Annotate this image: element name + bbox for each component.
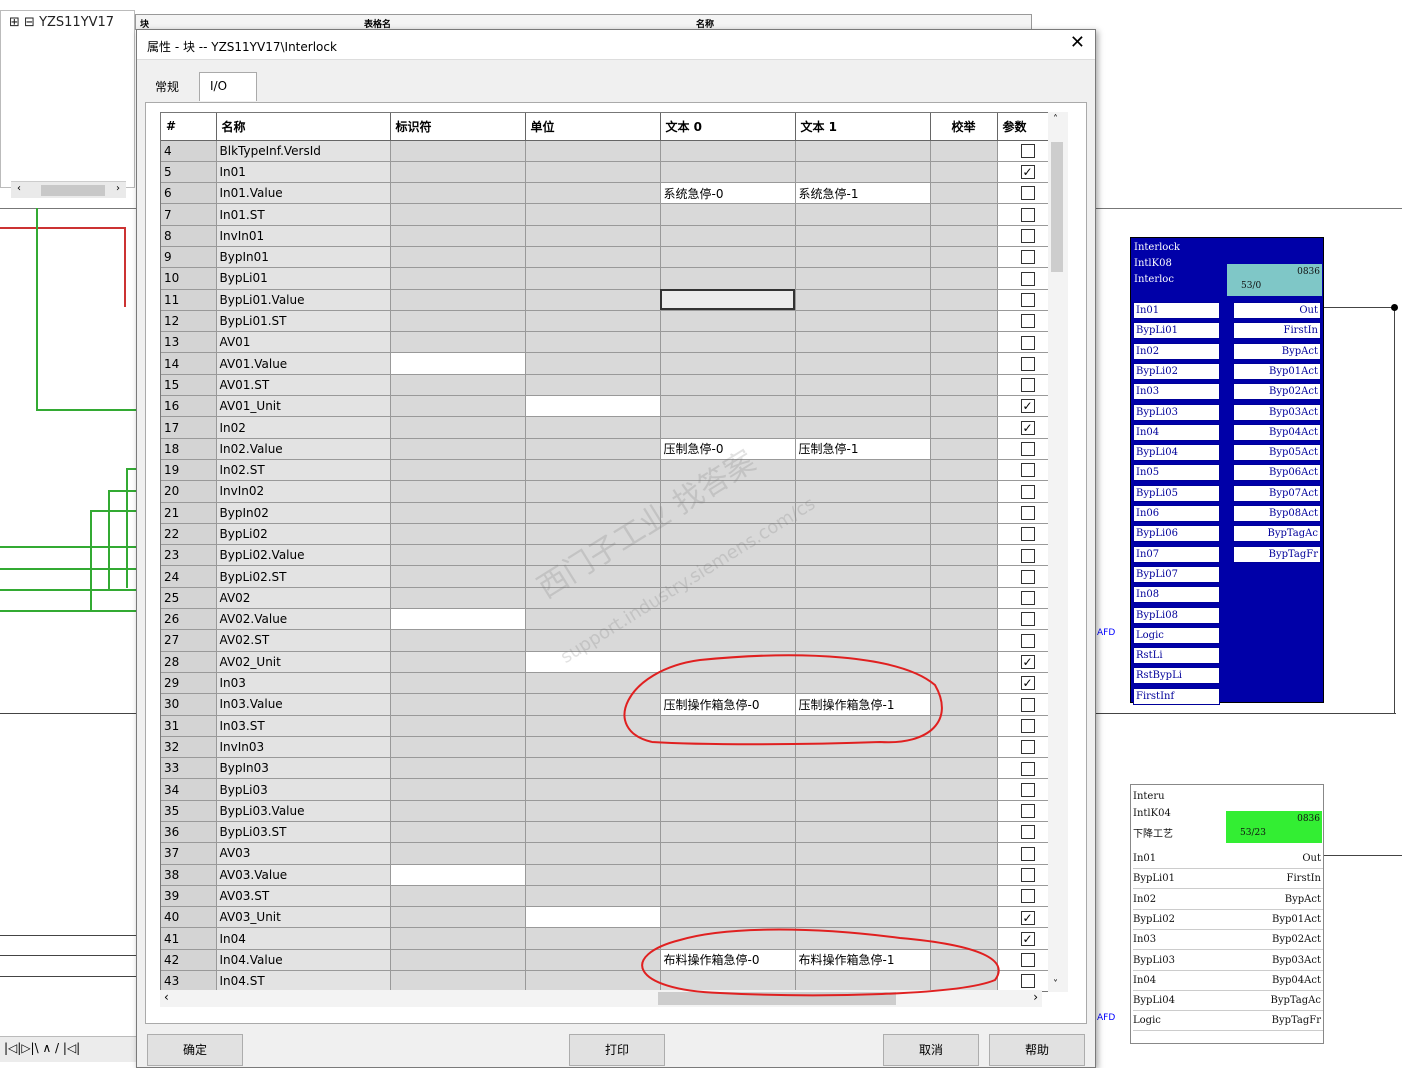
red-circle-annotation-2	[641, 928, 1000, 997]
annotation-overlay	[623, 654, 1000, 997]
red-circle-annotation-1	[623, 654, 943, 746]
